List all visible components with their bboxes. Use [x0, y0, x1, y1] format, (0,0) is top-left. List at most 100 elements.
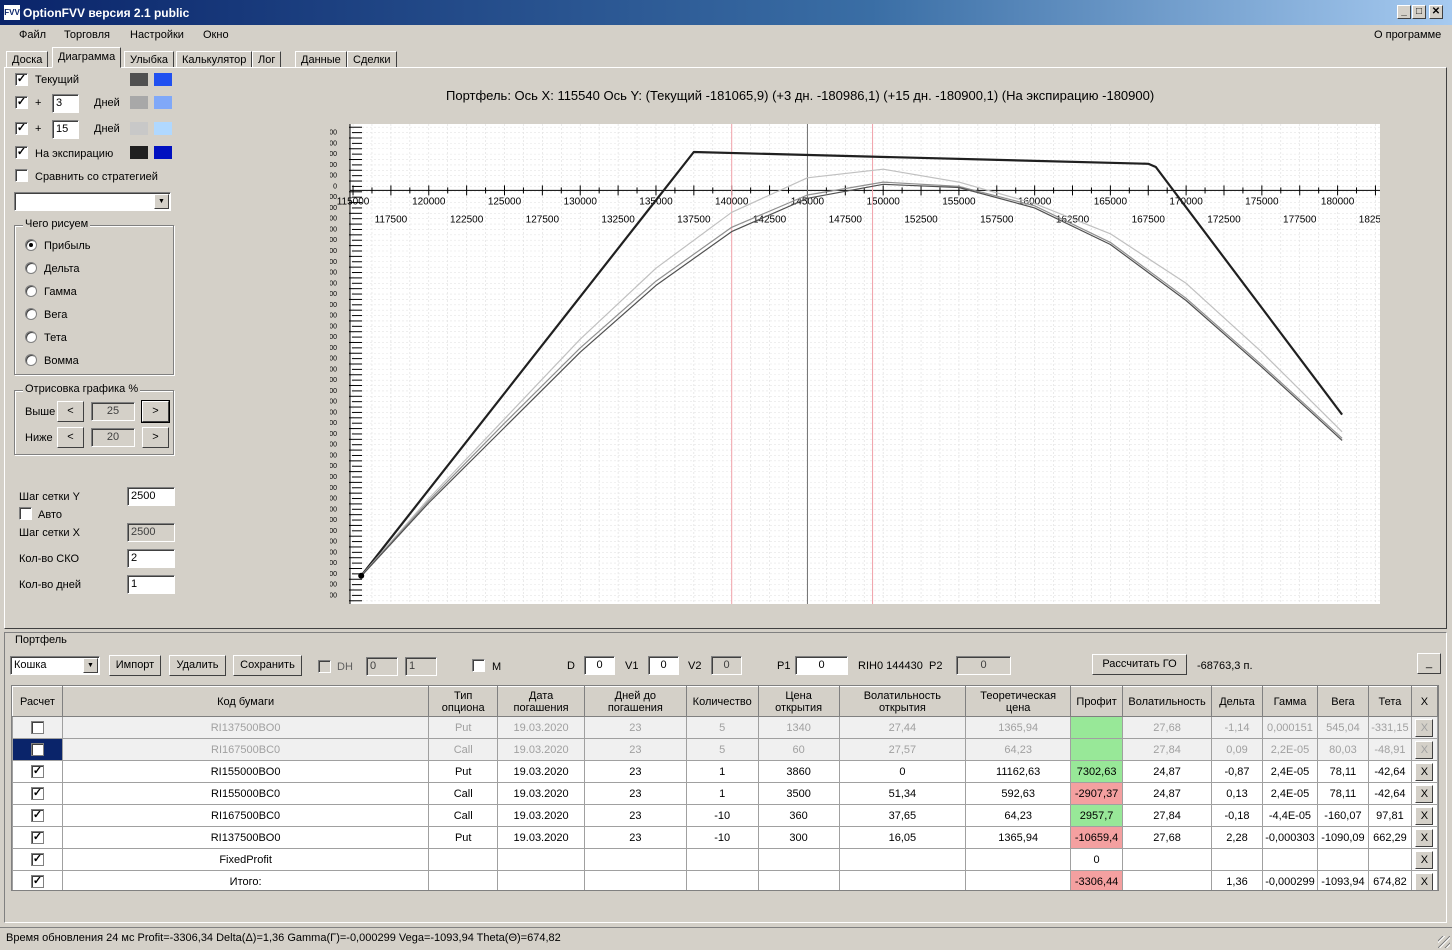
- tab-board[interactable]: Доска: [6, 51, 49, 68]
- restore-button[interactable]: □: [1412, 5, 1426, 19]
- v1-input[interactable]: 0: [648, 656, 679, 675]
- dh-spin2[interactable]: 1: [405, 657, 437, 676]
- row-remove-cell[interactable]: X: [1410, 782, 1438, 805]
- days1-input[interactable]: 3: [52, 94, 79, 113]
- menu-window[interactable]: Окно: [203, 29, 229, 41]
- tab-smile[interactable]: Улыбка: [124, 51, 175, 68]
- col-theo[interactable]: Теоретическая цена: [965, 686, 1072, 717]
- table-row[interactable]: ✓ RI155000BO0 Put 19.03.2020 23 1 3860 0 11162,6…: [12, 760, 1438, 783]
- save-button[interactable]: Сохранить: [233, 655, 302, 676]
- col-remove[interactable]: X: [1410, 686, 1438, 717]
- radio-gamma[interactable]: [25, 285, 37, 297]
- col-delta[interactable]: Дельта: [1211, 686, 1263, 717]
- remove-row-button[interactable]: X: [1415, 806, 1434, 825]
- p2-input[interactable]: 0: [956, 656, 1011, 675]
- radio-vomma[interactable]: [25, 354, 37, 366]
- above-value[interactable]: 25: [91, 402, 135, 421]
- col-gamma[interactable]: Гамма: [1261, 686, 1318, 717]
- grid-y-input[interactable]: 2500: [127, 487, 175, 506]
- chevron-down-icon[interactable]: ▼: [83, 658, 98, 673]
- v2-input[interactable]: 0: [711, 656, 742, 675]
- col-price[interactable]: Цена открытия: [757, 686, 840, 717]
- table-row[interactable]: RI137500BO0 Put 19.03.2020 23 5 1340 27,44 1365…: [12, 716, 1438, 739]
- profit-chart[interactable]: 2750022500175001250075002500-2500-7500-1…: [330, 124, 1380, 604]
- radio-profit[interactable]: [25, 239, 37, 251]
- row-calc-cell[interactable]: ✓: [12, 870, 63, 890]
- plus15-color-1[interactable]: [130, 122, 148, 135]
- current-color-1[interactable]: [130, 73, 148, 86]
- radio-theta[interactable]: [25, 331, 37, 343]
- days2-input[interactable]: 15: [52, 120, 79, 139]
- plus3-color-1[interactable]: [130, 96, 148, 109]
- row-checkbox[interactable]: [30, 743, 44, 756]
- menu-about[interactable]: О программе: [1374, 29, 1441, 41]
- plus15-color-2[interactable]: [154, 122, 172, 135]
- minimize-button[interactable]: _: [1397, 5, 1411, 19]
- row-checkbox[interactable]: ✓: [30, 765, 44, 778]
- row-checkbox[interactable]: ✓: [30, 831, 44, 844]
- table-row[interactable]: ✓ RI137500BO0 Put 19.03.2020 23 -10 300 16,05 13…: [12, 826, 1438, 849]
- tab-log[interactable]: Лог: [252, 51, 282, 68]
- below-value[interactable]: 20: [91, 428, 135, 447]
- current-color-2[interactable]: [154, 73, 172, 86]
- menu-trade[interactable]: Торговля: [64, 29, 110, 41]
- table-row[interactable]: ✓ Итого: -3306,44 1,36 -0,000299 -1093,94 674,…: [12, 870, 1438, 890]
- row-calc-cell[interactable]: [12, 738, 63, 761]
- calc-go-button[interactable]: Рассчитать ГО: [1092, 654, 1187, 675]
- row-checkbox[interactable]: ✓: [30, 875, 44, 888]
- col-vol-open[interactable]: Волатильность открытия: [838, 686, 967, 717]
- grid-x-input[interactable]: 2500: [127, 523, 175, 542]
- auto-checkbox[interactable]: [19, 507, 32, 520]
- row-checkbox[interactable]: ✓: [30, 809, 44, 822]
- remove-row-button[interactable]: X: [1415, 850, 1434, 869]
- table-row[interactable]: ✓ RI155000BC0 Call 19.03.2020 23 1 3500 51,34 59…: [12, 782, 1438, 805]
- plus-days2-checkbox[interactable]: ✓: [15, 122, 28, 135]
- row-remove-cell[interactable]: X: [1410, 716, 1438, 739]
- menu-settings[interactable]: Настройки: [130, 29, 184, 41]
- col-theta[interactable]: Тета: [1367, 686, 1412, 717]
- row-checkbox[interactable]: [30, 721, 44, 734]
- row-remove-cell[interactable]: X: [1410, 738, 1438, 761]
- remove-row-button[interactable]: X: [1415, 828, 1434, 847]
- expiration-color-2[interactable]: [154, 146, 172, 159]
- table-row[interactable]: ✓ FixedProfit 0 X: [12, 848, 1438, 871]
- col-code[interactable]: Код бумаги: [61, 686, 430, 717]
- below-decrease-button[interactable]: <: [57, 427, 84, 448]
- col-days[interactable]: Дней до погашения: [583, 686, 687, 717]
- radio-vega[interactable]: [25, 308, 37, 320]
- delete-button[interactable]: Удалить: [169, 655, 226, 676]
- expiration-checkbox[interactable]: ✓: [15, 146, 28, 159]
- col-calc[interactable]: Расчет: [12, 686, 63, 717]
- col-date[interactable]: Дата погашения: [497, 686, 585, 717]
- table-row[interactable]: RI167500BC0 Call 19.03.2020 23 5 60 27,57 64,23…: [12, 738, 1438, 761]
- import-button[interactable]: Импорт: [109, 655, 161, 676]
- d-input[interactable]: 0: [584, 656, 615, 675]
- col-profit[interactable]: Профит: [1070, 686, 1124, 717]
- col-vol[interactable]: Волатильность: [1122, 686, 1213, 717]
- col-type[interactable]: Тип опциона: [428, 686, 499, 717]
- resize-grip[interactable]: [1438, 936, 1450, 948]
- compare-checkbox[interactable]: [15, 169, 28, 182]
- p1-input[interactable]: 0: [795, 656, 848, 675]
- col-qty[interactable]: Количество: [685, 686, 759, 717]
- close-button[interactable]: ✕: [1429, 5, 1443, 19]
- dh-checkbox[interactable]: [318, 660, 331, 673]
- account-select[interactable]: Кошка ▼: [10, 656, 100, 675]
- sko-input[interactable]: 2: [127, 549, 175, 568]
- row-remove-cell[interactable]: X: [1410, 848, 1438, 871]
- row-calc-cell[interactable]: ✓: [12, 782, 63, 805]
- remove-row-button[interactable]: X: [1415, 740, 1434, 759]
- chevron-down-icon[interactable]: ▼: [154, 194, 169, 209]
- expiration-color-1[interactable]: [130, 146, 148, 159]
- tab-data[interactable]: Данные: [295, 51, 347, 68]
- row-checkbox[interactable]: ✓: [30, 787, 44, 800]
- row-remove-cell[interactable]: X: [1410, 870, 1438, 890]
- current-checkbox[interactable]: ✓: [15, 73, 28, 86]
- table-row[interactable]: ✓ RI167500BC0 Call 19.03.2020 23 -10 360 37,65 6…: [12, 804, 1438, 827]
- plus3-color-2[interactable]: [154, 96, 172, 109]
- row-calc-cell[interactable]: ✓: [12, 848, 63, 871]
- strategy-select[interactable]: ▼: [14, 192, 171, 211]
- remove-row-button[interactable]: X: [1415, 762, 1434, 781]
- minimize-panel-button[interactable]: _: [1417, 653, 1441, 674]
- above-decrease-button[interactable]: <: [57, 401, 84, 422]
